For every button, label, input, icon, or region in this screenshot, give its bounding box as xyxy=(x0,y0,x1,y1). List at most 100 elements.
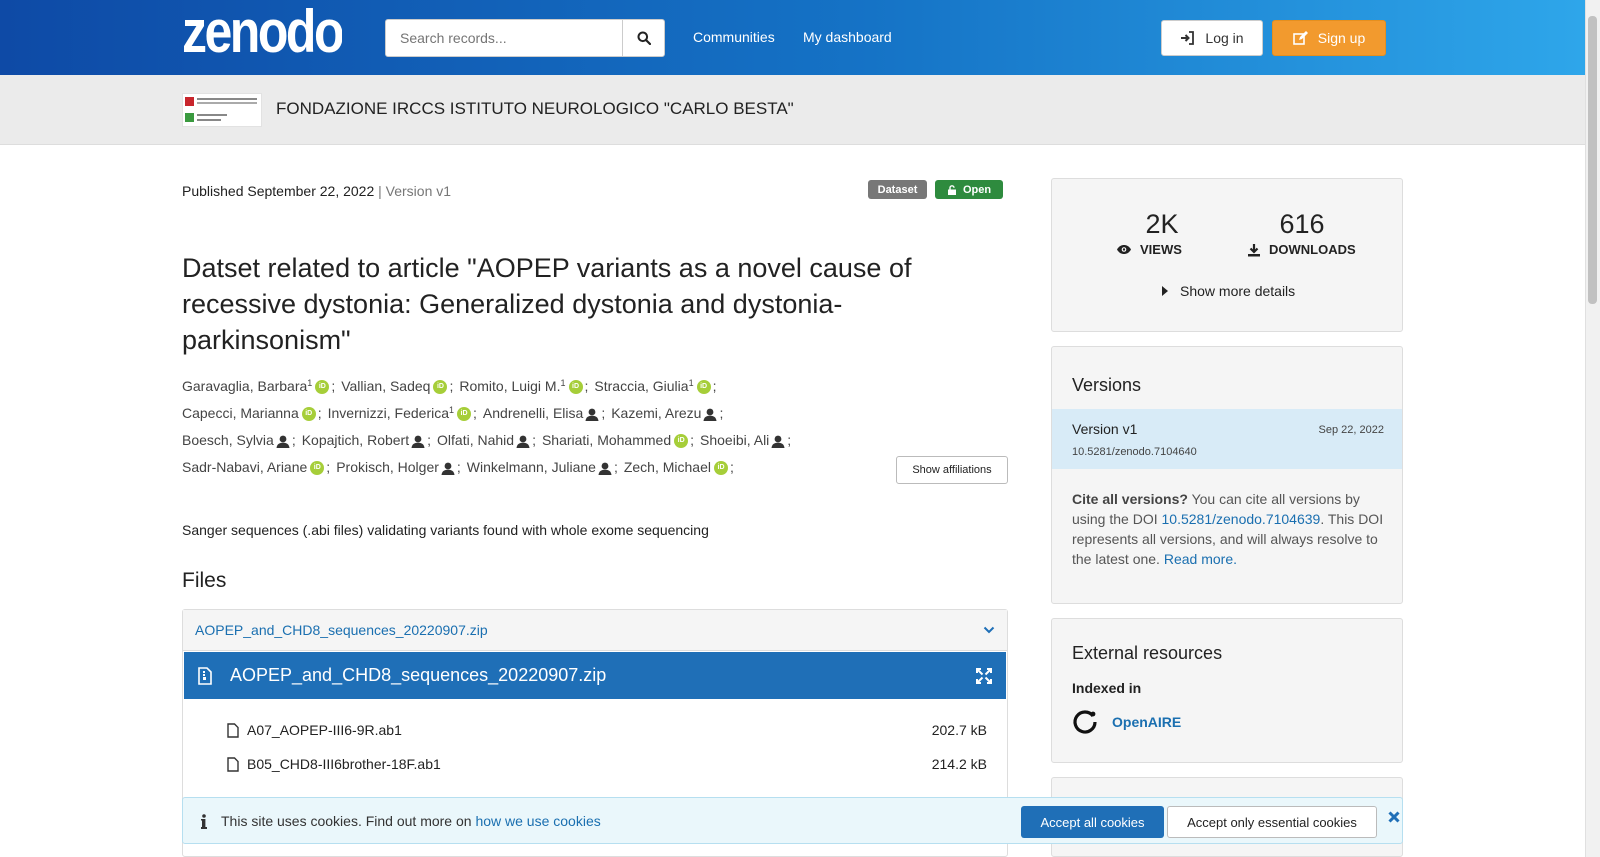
person-icon xyxy=(585,408,599,421)
person-icon xyxy=(276,435,290,448)
orcid-icon[interactable]: iD xyxy=(310,461,325,476)
version-label: | Version v1 xyxy=(378,183,452,199)
author-name[interactable]: Boesch, Sylvia xyxy=(182,432,274,448)
file-row[interactable]: A07_AOPEP-III6-9R.ab1 202.7 kB xyxy=(227,722,987,738)
author-name[interactable]: Andrenelli, Elisa xyxy=(483,405,583,421)
file-icon xyxy=(227,722,239,738)
logo-text: zenodo xyxy=(182,6,342,62)
version-title[interactable]: Version v1 xyxy=(1072,421,1137,437)
author-item: Capecci, Marianna iD; xyxy=(182,400,322,427)
orcid-icon[interactable]: iD xyxy=(301,407,316,422)
author-separator: ; xyxy=(690,432,695,448)
author-separator: ; xyxy=(427,432,432,448)
search-button[interactable] xyxy=(622,20,664,56)
eye-icon xyxy=(1117,245,1131,254)
orcid-icon[interactable]: iD xyxy=(696,380,711,395)
file-name: A07_AOPEP-III6-9R.ab1 xyxy=(247,722,402,738)
author-name[interactable]: Kopajtich, Robert xyxy=(302,432,409,448)
author-name[interactable]: Kazemi, Arezu xyxy=(611,405,701,421)
author-separator: ; xyxy=(291,432,296,448)
concept-doi-link[interactable]: 10.5281/zenodo.7104639 xyxy=(1162,511,1321,527)
author-name[interactable]: Shoeibi, Ali xyxy=(700,432,769,448)
show-more-label: Show more details xyxy=(1180,283,1296,299)
unlock-icon xyxy=(947,184,956,195)
author-name[interactable]: Straccia, Giulia xyxy=(594,378,688,394)
files-panel-header[interactable]: AOPEP_and_CHD8_sequences_20220907.zip xyxy=(183,610,1007,651)
version-doi: 10.5281/zenodo.7104640 xyxy=(1072,446,1197,458)
orcid-icon[interactable]: iD xyxy=(457,407,472,422)
cookie-policy-link[interactable]: how we use cookies xyxy=(475,813,600,829)
author-separator: ; xyxy=(331,378,336,394)
info-icon xyxy=(201,814,207,829)
search-input[interactable] xyxy=(386,20,622,56)
archive-preview-bar: AOPEP_and_CHD8_sequences_20220907.zip xyxy=(184,652,1006,699)
login-button[interactable]: Log in xyxy=(1161,20,1263,56)
author-name[interactable]: Garavaglia, Barbara xyxy=(182,378,307,394)
author-name[interactable]: Vallian, Sadeq xyxy=(341,378,430,394)
person-icon xyxy=(771,435,785,448)
show-affiliations-button[interactable]: Show affiliations xyxy=(896,456,1008,484)
author-separator: ; xyxy=(584,378,589,394)
read-more-link[interactable]: Read more. xyxy=(1164,551,1237,567)
accept-essential-cookies-button[interactable]: Accept only essential cookies xyxy=(1167,806,1377,838)
author-name[interactable]: Capecci, Marianna xyxy=(182,405,299,421)
page-scrollbar-thumb[interactable] xyxy=(1588,16,1597,304)
show-more-details[interactable]: Show more details xyxy=(1162,283,1295,299)
close-icon[interactable] xyxy=(1388,811,1400,823)
edit-icon xyxy=(1292,31,1308,45)
person-icon xyxy=(411,435,425,448)
author-name[interactable]: Sadr-Nabavi, Ariane xyxy=(182,459,307,475)
archive-link[interactable]: AOPEP_and_CHD8_sequences_20220907.zip xyxy=(195,622,488,638)
download-icon xyxy=(1248,243,1260,256)
external-resources-card: External resources Indexed in OpenAIRE xyxy=(1051,618,1403,763)
author-separator: ; xyxy=(787,432,792,448)
author-name[interactable]: Invernizzi, Federica xyxy=(328,405,449,421)
community-title[interactable]: FONDAZIONE IRCCS ISTITUTO NEUROLOGICO "C… xyxy=(276,99,794,119)
chevron-down-icon[interactable] xyxy=(983,626,995,634)
login-label: Log in xyxy=(1205,30,1244,46)
zip-file-icon xyxy=(198,666,212,685)
author-item: Prokisch, Holger; xyxy=(336,454,461,481)
version-row-current[interactable]: Version v1 Sep 22, 2022 10.5281/zenodo.7… xyxy=(1052,409,1402,469)
orcid-icon[interactable]: iD xyxy=(714,461,728,476)
nav-my-dashboard[interactable]: My dashboard xyxy=(803,29,892,45)
downloads-count: 616 xyxy=(1279,209,1325,239)
author-name[interactable]: Zech, Michael xyxy=(624,459,711,475)
published-line: Published September 22, 2022 | Version v… xyxy=(182,183,451,199)
search-icon xyxy=(637,31,651,45)
author-item: Shoeibi, Ali; xyxy=(700,427,791,454)
author-item: Garavaglia, Barbara1 iD; xyxy=(182,373,335,400)
dataset-badge-label: Dataset xyxy=(877,183,918,196)
author-name[interactable]: Romito, Luigi M. xyxy=(459,378,560,394)
file-size: 202.7 kB xyxy=(931,722,987,738)
signup-label: Sign up xyxy=(1317,30,1366,46)
author-separator: ; xyxy=(473,405,477,421)
author-name[interactable]: Olfati, Nahid xyxy=(437,432,514,448)
openaire-link[interactable]: OpenAIRE xyxy=(1112,714,1181,730)
views-count: 2K xyxy=(1145,209,1179,239)
expand-icon[interactable] xyxy=(976,667,992,684)
openaire-row[interactable]: OpenAIRE xyxy=(1072,709,1181,735)
author-separator: ; xyxy=(719,405,724,421)
author-name[interactable]: Winkelmann, Juliane xyxy=(467,459,596,475)
author-separator: ; xyxy=(532,432,536,448)
nav-communities[interactable]: Communities xyxy=(693,29,775,45)
author-name[interactable]: Prokisch, Holger xyxy=(336,459,439,475)
orcid-icon[interactable]: iD xyxy=(568,380,583,395)
signup-button[interactable]: Sign up xyxy=(1272,20,1386,56)
community-logo[interactable] xyxy=(182,93,262,127)
author-name[interactable]: Shariati, Mohammed xyxy=(542,432,671,448)
author-separator: ; xyxy=(601,405,606,421)
file-row[interactable]: B05_CHD8-III6brother-18F.ab1 214.2 kB xyxy=(227,756,987,772)
author-separator: ; xyxy=(456,459,461,475)
orcid-icon[interactable]: iD xyxy=(433,380,448,395)
zenodo-logo[interactable]: zenodo xyxy=(182,6,342,62)
author-item: Vallian, Sadeq iD; xyxy=(341,373,453,400)
orcid-icon[interactable]: iD xyxy=(315,380,330,395)
author-item: Boesch, Sylvia; xyxy=(182,427,296,454)
sign-in-icon xyxy=(1181,31,1195,45)
file-size: 214.2 kB xyxy=(931,756,987,772)
orcid-icon[interactable]: iD xyxy=(674,434,689,449)
accept-all-cookies-button[interactable]: Accept all cookies xyxy=(1021,806,1164,838)
downloads-label: DOWNLOADS xyxy=(1269,242,1356,257)
